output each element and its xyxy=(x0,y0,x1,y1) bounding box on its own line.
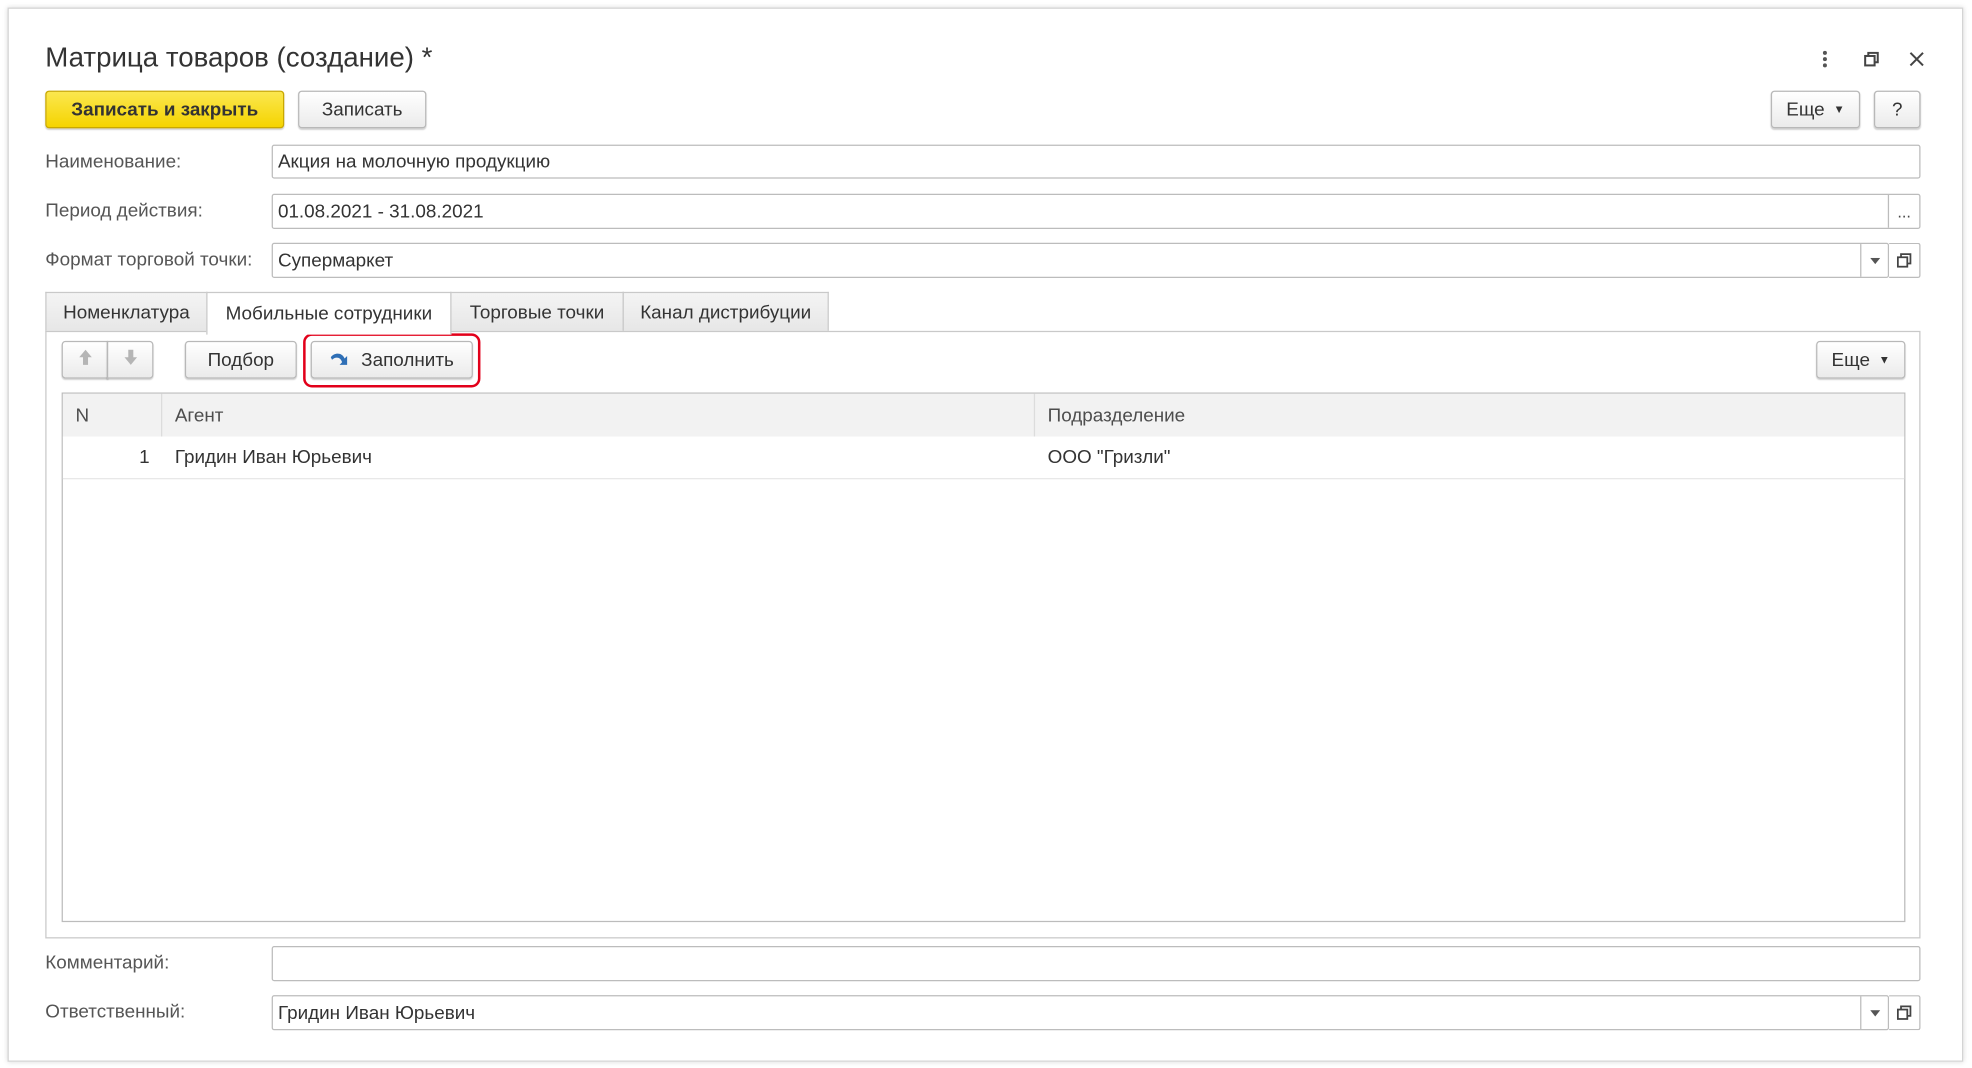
arrow-up-icon xyxy=(77,348,92,371)
close-icon[interactable] xyxy=(1903,45,1931,73)
period-value: 01.08.2021 - 31.08.2021 xyxy=(277,200,484,223)
open-format-icon[interactable] xyxy=(1889,242,1921,279)
name-value: Акция на молочную продукцию xyxy=(277,150,551,173)
responsible-field[interactable]: Гридин Иван Юрьевич xyxy=(271,995,1890,1031)
period-select-button[interactable]: ... xyxy=(1887,194,1919,228)
tab-mobile-employees[interactable]: Мобильные сотрудники xyxy=(206,291,452,335)
comment-label: Комментарий: xyxy=(45,952,170,974)
period-label: Период действия: xyxy=(45,200,203,222)
more-button-label: Еще xyxy=(1786,98,1825,121)
more-button[interactable]: Еще ▼ xyxy=(1770,90,1861,129)
move-down-button[interactable] xyxy=(106,340,154,379)
tab-distribution-channel[interactable]: Канал дистрибуции xyxy=(622,291,829,333)
employees-table[interactable]: N Агент Подразделение 1 Гридин Иван Юрье… xyxy=(61,392,1906,923)
store-format-value: Супермаркет xyxy=(277,249,394,272)
fill-icon xyxy=(330,351,350,369)
column-header-agent[interactable]: Агент xyxy=(162,393,1036,437)
tab-nomenclature[interactable]: Номенклатура xyxy=(45,291,208,333)
move-up-button[interactable] xyxy=(61,340,109,379)
table-row[interactable]: 1 Гридин Иван Юрьевич ООО "Гризли" xyxy=(62,436,1905,480)
responsible-label: Ответственный: xyxy=(45,1001,186,1023)
dropdown-arrow-icon: ▼ xyxy=(1833,103,1845,116)
fill-button-label: Заполнить xyxy=(361,349,454,371)
table-more-button[interactable]: Еще ▼ xyxy=(1816,340,1906,379)
comment-field[interactable] xyxy=(271,946,1921,982)
table-header: N Агент Подразделение xyxy=(62,393,1905,438)
tab-panel: Подбор Заполнить Еще ▼ N Агент Подраздел… xyxy=(45,330,1921,939)
arrow-down-icon xyxy=(123,348,138,371)
form-window: Матрица товаров (создание) * Записать и … xyxy=(7,7,1964,1062)
name-label: Наименование: xyxy=(45,150,182,173)
page-title: Матрица товаров (создание) * xyxy=(45,41,433,73)
store-format-label: Формат торговой точки: xyxy=(45,249,253,271)
more-actions-icon[interactable] xyxy=(1811,45,1839,73)
column-header-n[interactable]: N xyxy=(63,393,163,437)
save-and-close-button[interactable]: Записать и закрыть xyxy=(45,90,285,129)
column-header-department[interactable]: Подразделение xyxy=(1035,394,1904,437)
table-more-label: Еще xyxy=(1831,349,1870,371)
dropdown-arrow-icon[interactable] xyxy=(1860,996,1888,1030)
open-responsible-icon[interactable] xyxy=(1889,995,1921,1031)
name-field[interactable]: Акция на молочную продукцию xyxy=(271,144,1921,179)
cell-department: ООО "Гризли" xyxy=(1047,446,1171,468)
cell-agent: Гридин Иван Юрьевич xyxy=(174,446,373,468)
dropdown-arrow-icon[interactable] xyxy=(1860,244,1888,277)
select-button[interactable]: Подбор xyxy=(184,340,297,379)
tab-sales-points[interactable]: Торговые точки xyxy=(450,291,624,333)
dropdown-arrow-icon: ▼ xyxy=(1878,353,1890,367)
store-format-field[interactable]: Супермаркет xyxy=(271,242,1890,279)
responsible-value: Гридин Иван Юрьевич xyxy=(277,1001,476,1024)
restore-window-icon[interactable] xyxy=(1858,45,1886,73)
save-button[interactable]: Записать xyxy=(298,90,427,129)
cell-n: 1 xyxy=(139,446,150,468)
help-button[interactable]: ? xyxy=(1873,90,1921,129)
period-field[interactable]: 01.08.2021 - 31.08.2021 ... xyxy=(271,193,1921,229)
fill-button[interactable]: Заполнить xyxy=(310,340,473,379)
